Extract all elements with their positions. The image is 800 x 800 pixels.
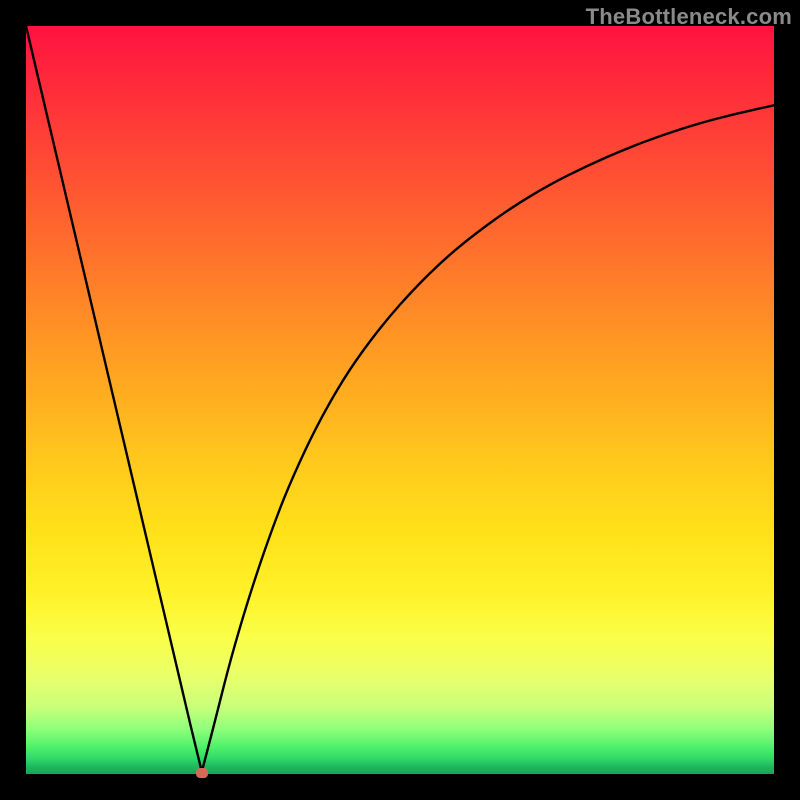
- chart-frame: TheBottleneck.com: [0, 0, 800, 800]
- bottleneck-curve: [26, 26, 774, 774]
- curve-path: [26, 26, 774, 772]
- minimum-marker: [196, 768, 208, 778]
- heat-background: [26, 26, 774, 774]
- watermark-text: TheBottleneck.com: [586, 4, 792, 30]
